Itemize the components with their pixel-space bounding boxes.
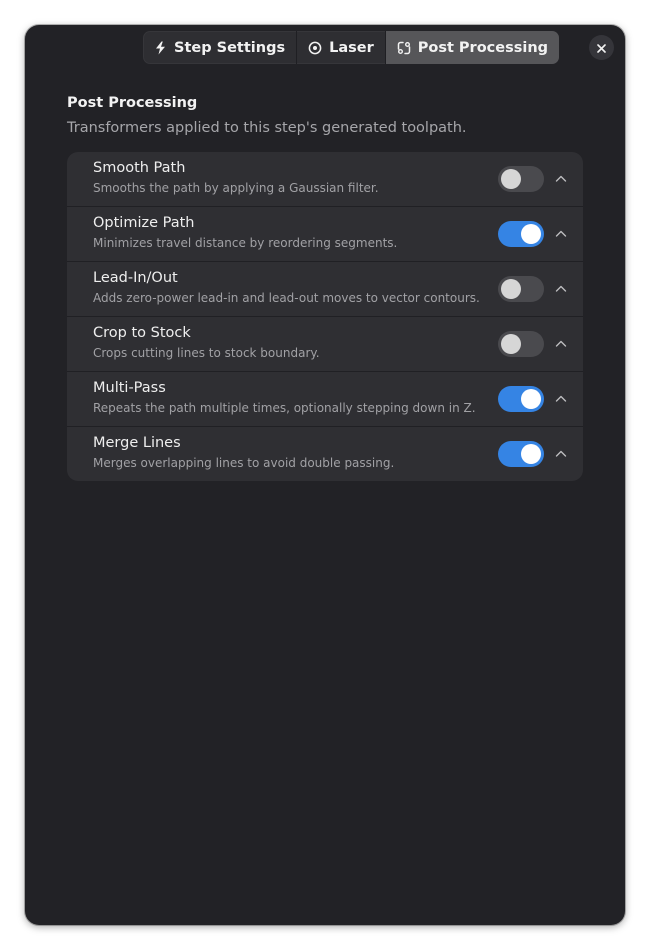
row-title: Optimize Path (93, 215, 195, 231)
transformer-row-multi-pass: Multi-Pass Repeats the path multiple tim… (67, 372, 583, 427)
transformer-list: Smooth Path Smooths the path by applying… (67, 152, 583, 481)
tab-label: Post Processing (417, 39, 549, 56)
row-title: Multi-Pass (93, 380, 166, 396)
chevron-up-icon[interactable] (554, 391, 568, 405)
toggle-knob (501, 279, 521, 299)
row-subtitle: Crops cutting lines to stock boundary. (93, 346, 320, 360)
section-title: Post Processing (67, 95, 198, 111)
toggle-switch[interactable] (498, 221, 544, 247)
row-subtitle: Minimizes travel distance by reordering … (93, 236, 398, 250)
transformer-row-merge-lines: Merge Lines Merges overlapping lines to … (67, 427, 583, 481)
close-icon (597, 38, 606, 57)
transformer-row-smooth-path: Smooth Path Smooths the path by applying… (67, 152, 583, 207)
transform-icon (397, 41, 411, 55)
chevron-up-icon[interactable] (554, 446, 568, 460)
row-title: Lead-In/Out (93, 270, 178, 286)
tab-label: Laser (329, 39, 374, 56)
row-subtitle: Merges overlapping lines to avoid double… (93, 456, 395, 470)
tab-post-processing[interactable]: Post Processing (385, 31, 560, 64)
tab-laser[interactable]: Laser (297, 31, 386, 64)
chevron-up-icon[interactable] (554, 336, 568, 350)
toggle-knob (501, 334, 521, 354)
bolt-icon (154, 41, 167, 55)
transformer-row-optimize-path: Optimize Path Minimizes travel distance … (67, 207, 583, 262)
tab-bar: Step Settings Laser Post Processing (143, 31, 560, 64)
dialog-window: Step Settings Laser Post Processing Post… (25, 25, 625, 925)
toggle-switch[interactable] (498, 441, 544, 467)
toggle-switch[interactable] (498, 276, 544, 302)
row-subtitle: Repeats the path multiple times, optiona… (93, 401, 476, 415)
toggle-knob (501, 169, 521, 189)
toggle-knob (521, 444, 541, 464)
row-title: Smooth Path (93, 160, 186, 176)
transformer-row-crop-to-stock: Crop to Stock Crops cutting lines to sto… (67, 317, 583, 372)
row-title: Crop to Stock (93, 325, 191, 341)
section-description: Transformers applied to this step's gene… (67, 120, 467, 136)
close-button[interactable] (589, 35, 614, 60)
tab-step-settings[interactable]: Step Settings (143, 31, 298, 64)
toggle-knob (521, 389, 541, 409)
chevron-up-icon[interactable] (554, 171, 568, 185)
toggle-switch[interactable] (498, 166, 544, 192)
transformer-row-lead-in-out: Lead-In/Out Adds zero-power lead-in and … (67, 262, 583, 317)
chevron-up-icon[interactable] (554, 226, 568, 240)
tab-label: Step Settings (174, 39, 286, 56)
toggle-switch[interactable] (498, 386, 544, 412)
row-subtitle: Adds zero-power lead-in and lead-out mov… (93, 291, 480, 305)
toggle-switch[interactable] (498, 331, 544, 357)
chevron-up-icon[interactable] (554, 281, 568, 295)
row-title: Merge Lines (93, 435, 181, 451)
target-icon (308, 41, 322, 55)
toggle-knob (521, 224, 541, 244)
row-subtitle: Smooths the path by applying a Gaussian … (93, 181, 379, 195)
